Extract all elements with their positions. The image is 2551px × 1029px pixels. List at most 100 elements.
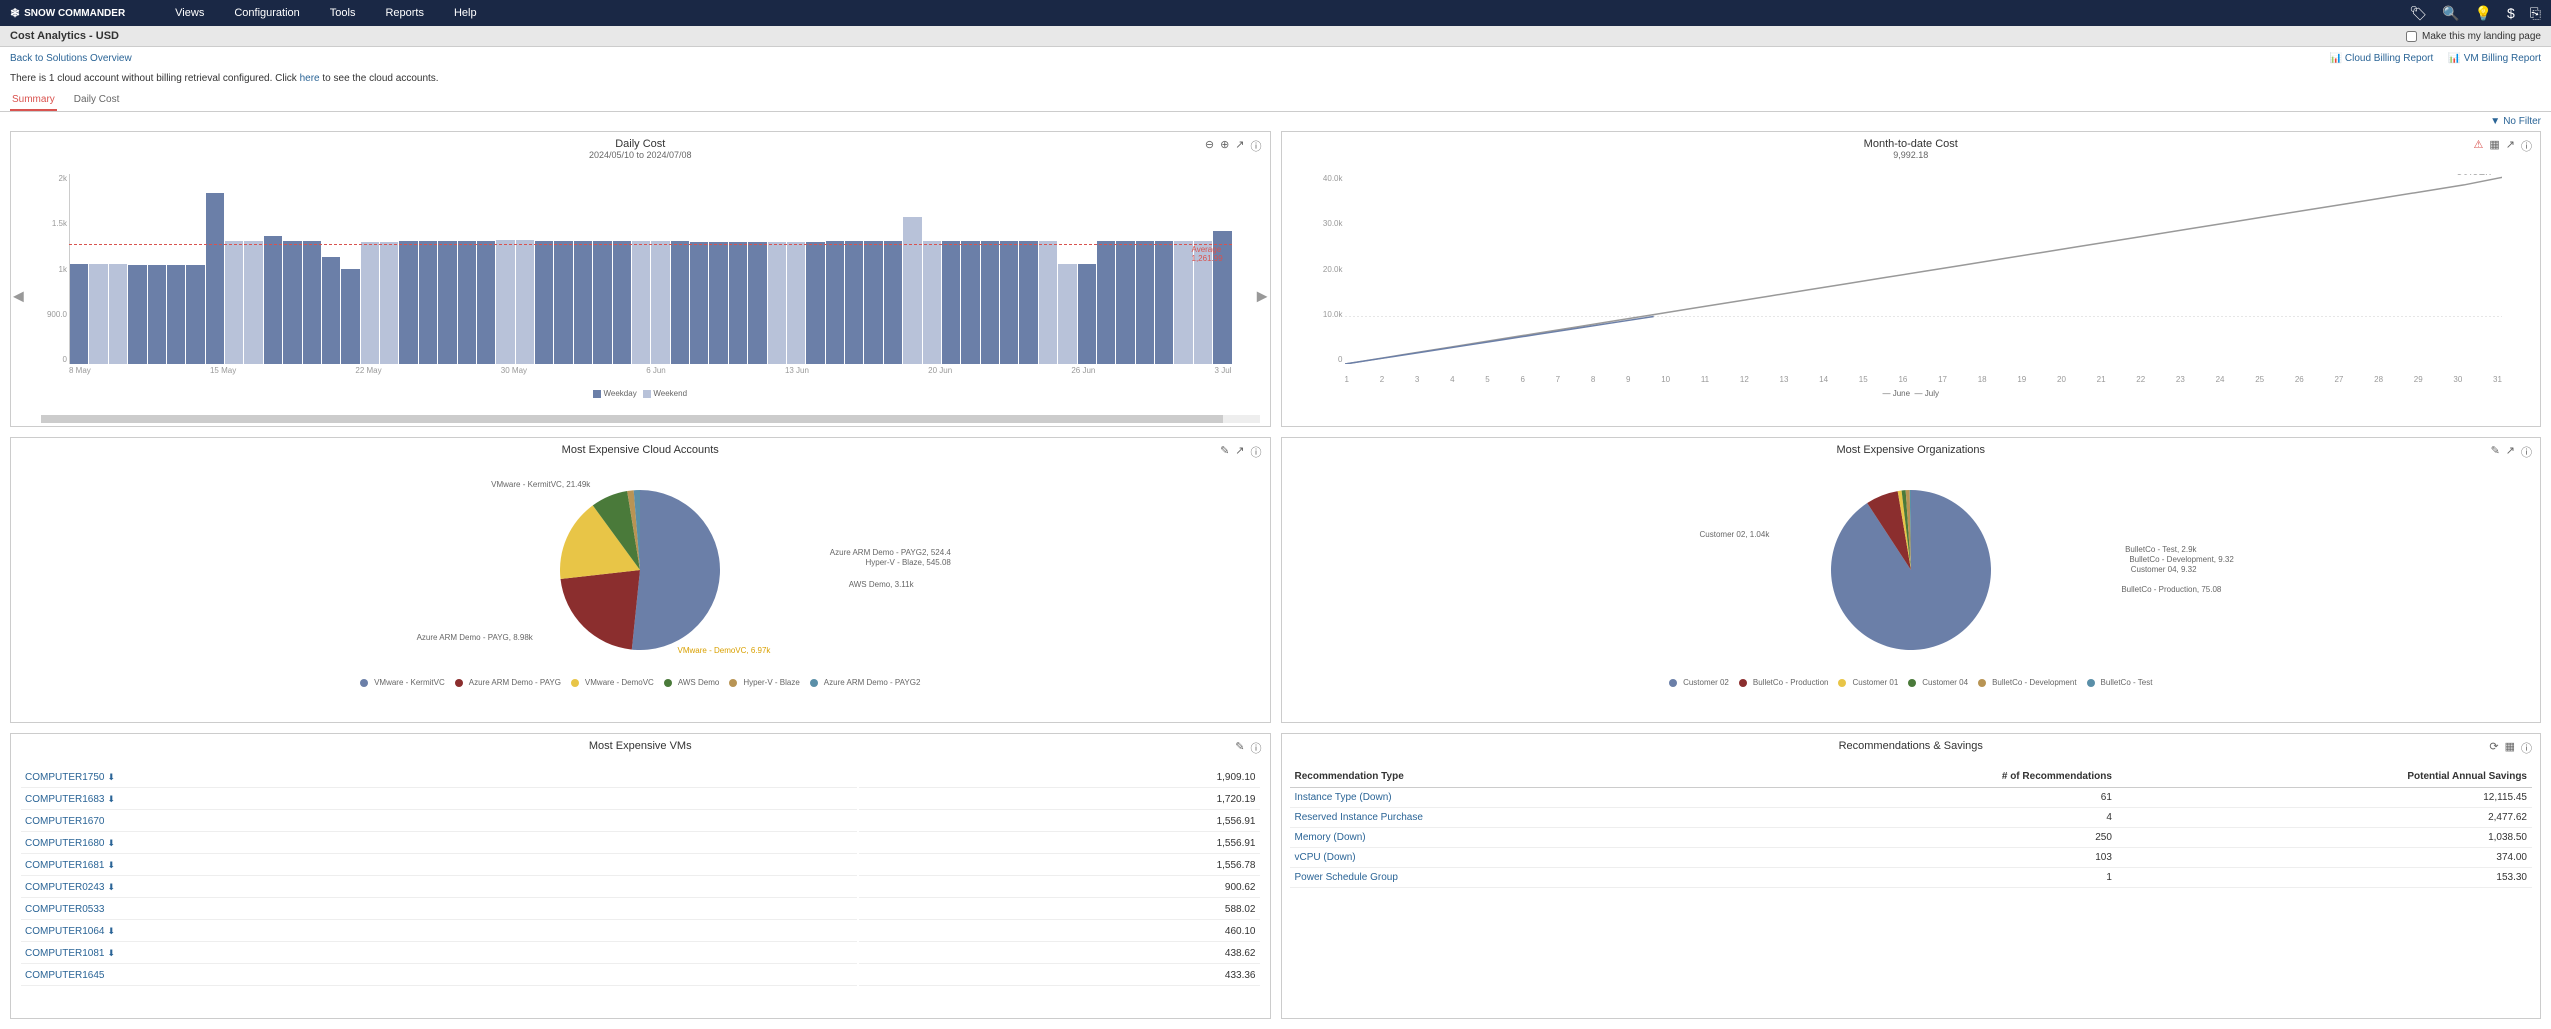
bar[interactable] [477, 241, 495, 365]
share-icon[interactable]: ↗ [1235, 138, 1244, 154]
bar[interactable] [1155, 241, 1173, 365]
zoom-out-icon[interactable]: ⊖ [1205, 138, 1214, 154]
bar[interactable] [961, 241, 979, 365]
share-icon[interactable]: ↗ [1235, 444, 1244, 460]
vm-link[interactable]: COMPUTER1645 [25, 970, 104, 981]
bar[interactable] [109, 264, 127, 364]
grid-icon[interactable]: ▦ [2505, 740, 2515, 756]
vm-link[interactable]: COMPUTER1670 [25, 816, 104, 827]
legend-item[interactable]: BulletCo - Production [1739, 678, 1829, 687]
vm-link[interactable]: COMPUTER0243 [25, 882, 104, 893]
bar[interactable] [729, 242, 747, 364]
vm-link[interactable]: COMPUTER0533 [25, 904, 104, 915]
bar[interactable] [264, 236, 282, 364]
bar[interactable] [554, 241, 572, 365]
tag-icon[interactable]: 🏷 [2409, 5, 2427, 22]
nav-views[interactable]: Views [175, 7, 204, 19]
bar[interactable] [225, 241, 243, 365]
bar[interactable] [70, 264, 88, 364]
nav-reports[interactable]: Reports [385, 7, 424, 19]
edit-icon[interactable]: ✎ [2491, 444, 2500, 460]
rec-link[interactable]: Instance Type (Down) [1295, 792, 1392, 803]
bar[interactable] [1019, 241, 1037, 365]
bar[interactable] [1058, 264, 1076, 364]
bar[interactable] [1174, 241, 1192, 365]
edit-icon[interactable]: ✎ [1220, 444, 1229, 460]
refresh-icon[interactable]: ⟳ [2489, 740, 2498, 756]
bar[interactable] [148, 265, 166, 364]
share-icon[interactable]: ↗ [2506, 444, 2515, 460]
cloud-billing-link[interactable]: 📊Cloud Billing Report [2329, 53, 2433, 64]
bar[interactable] [981, 241, 999, 365]
bar[interactable] [574, 241, 592, 365]
landing-page-toggle[interactable]: Make this my landing page [2406, 31, 2541, 42]
bar[interactable] [496, 240, 514, 364]
vm-link[interactable]: COMPUTER1681 [25, 860, 104, 871]
bar[interactable] [748, 242, 766, 364]
bar[interactable] [903, 217, 921, 364]
legend-item[interactable]: Hyper-V - Blaze [729, 678, 799, 687]
vm-link[interactable]: COMPUTER1064 [25, 926, 104, 937]
bar[interactable] [128, 265, 146, 364]
rec-link[interactable]: Reserved Instance Purchase [1295, 812, 1423, 823]
filter-button[interactable]: ▼No Filter [2490, 116, 2541, 127]
rec-link[interactable]: vCPU (Down) [1295, 852, 1356, 863]
legend-item[interactable]: VMware - DemoVC [571, 678, 654, 687]
info-icon[interactable]: ⓘ [1251, 444, 1262, 460]
bar[interactable] [341, 269, 359, 364]
bar[interactable] [380, 242, 398, 364]
download-icon[interactable]: ⬇ [107, 882, 115, 892]
tab-summary[interactable]: Summary [10, 90, 57, 111]
bar[interactable] [458, 241, 476, 365]
bulb-icon[interactable]: 💡 [2475, 5, 2492, 22]
bar[interactable] [923, 241, 941, 365]
edit-icon[interactable]: ✎ [1235, 740, 1244, 756]
vm-link[interactable]: COMPUTER1683 [25, 794, 104, 805]
bar[interactable] [361, 242, 379, 364]
chart-scrollbar[interactable] [41, 415, 1260, 423]
legend-item[interactable]: Azure ARM Demo - PAYG [455, 678, 561, 687]
download-icon[interactable]: ⬇ [107, 772, 115, 782]
rec-link[interactable]: Power Schedule Group [1295, 872, 1398, 883]
bar[interactable] [322, 257, 340, 364]
legend-item[interactable]: Azure ARM Demo - PAYG2 [810, 678, 921, 687]
download-icon[interactable]: ⬇ [107, 794, 115, 804]
bar[interactable] [845, 241, 863, 364]
bar[interactable] [826, 241, 844, 364]
bar[interactable] [283, 241, 301, 365]
search-icon[interactable]: 🔍 [2442, 5, 2459, 22]
bar[interactable] [419, 241, 437, 364]
bar[interactable] [535, 241, 553, 365]
info-icon[interactable]: ⓘ [1251, 740, 1262, 756]
dollar-icon[interactable]: $ [2507, 5, 2515, 21]
info-icon[interactable]: ⓘ [1251, 138, 1262, 154]
logout-icon[interactable]: ⎘ [2530, 5, 2541, 22]
bar[interactable] [206, 193, 224, 364]
bar[interactable] [399, 241, 417, 364]
legend-item[interactable]: BulletCo - Test [2087, 678, 2153, 687]
bar[interactable] [1116, 241, 1134, 365]
vm-link[interactable]: COMPUTER1750 [25, 772, 104, 783]
bar[interactable] [613, 241, 631, 365]
legend-item[interactable]: VMware - KermitVC [360, 678, 445, 687]
tab-daily-cost[interactable]: Daily Cost [72, 90, 122, 111]
share-icon[interactable]: ↗ [2506, 138, 2515, 154]
legend-item[interactable]: BulletCo - Development [1978, 678, 2076, 687]
vm-billing-link[interactable]: 📊VM Billing Report [2448, 53, 2541, 64]
nav-configuration[interactable]: Configuration [234, 7, 299, 19]
legend-item[interactable]: Customer 02 [1669, 678, 1729, 687]
nav-tools[interactable]: Tools [330, 7, 356, 19]
bar[interactable] [167, 265, 185, 364]
legend-item[interactable]: AWS Demo [664, 678, 720, 687]
chart-prev-arrow[interactable]: ◀ [13, 288, 24, 305]
bar[interactable] [651, 241, 669, 365]
info-icon[interactable]: ⓘ [2521, 138, 2532, 154]
bar[interactable] [806, 242, 824, 364]
bar[interactable] [89, 264, 107, 364]
download-icon[interactable]: ⬇ [107, 838, 115, 848]
bar[interactable] [1078, 264, 1096, 364]
bar[interactable] [768, 242, 786, 364]
bar[interactable] [516, 240, 534, 364]
bar[interactable] [709, 242, 727, 364]
vm-link[interactable]: COMPUTER1081 [25, 948, 104, 959]
